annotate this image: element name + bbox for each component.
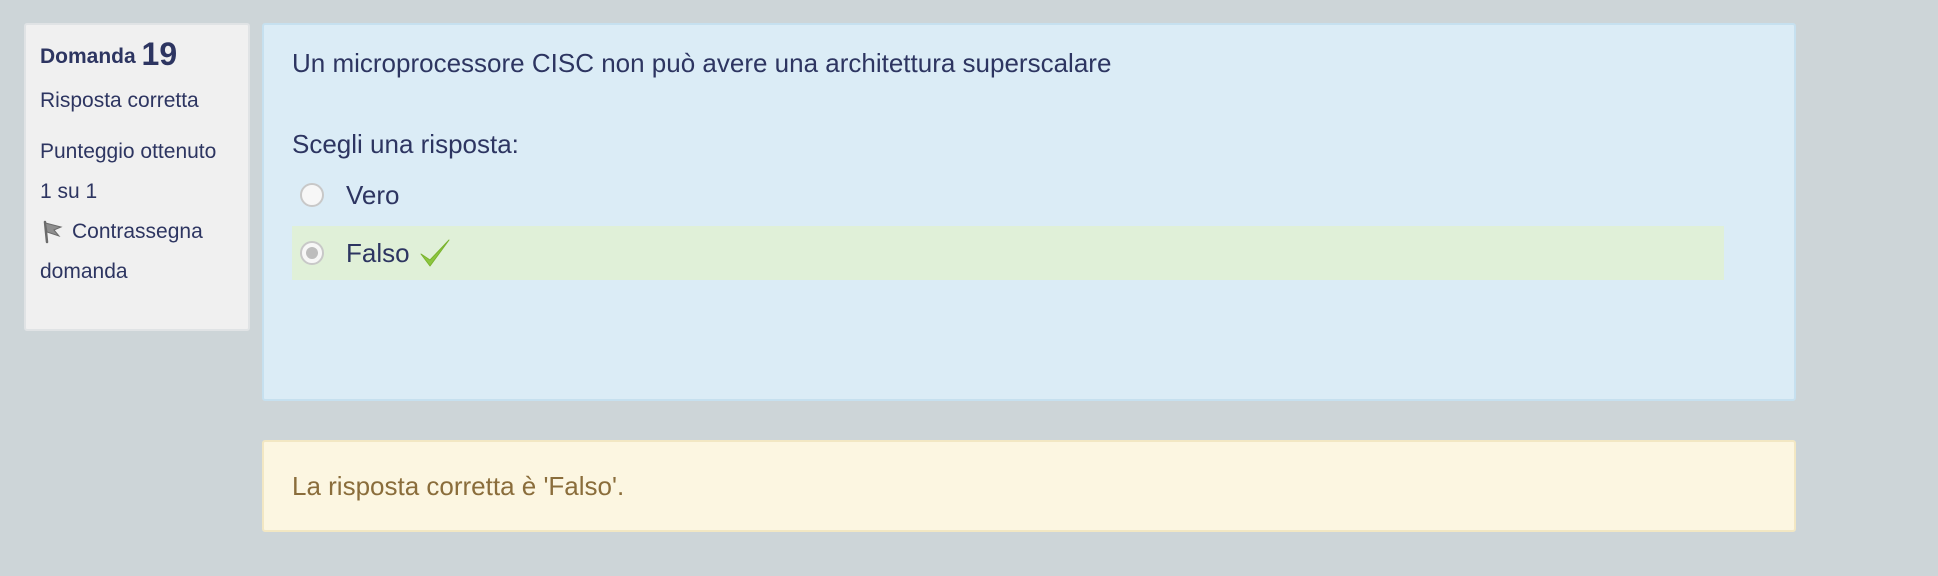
question-number: 19 (141, 36, 178, 72)
answer-label-vero: Vero (346, 179, 400, 210)
question-text: Un microprocessore CISC non può avere un… (292, 48, 1112, 78)
flag-icon[interactable] (40, 218, 66, 244)
flag-question-link[interactable]: Contrassegna (40, 212, 234, 252)
question-label: Domanda (40, 45, 136, 68)
flag-question-label[interactable]: Contrassegna (72, 220, 203, 243)
answer-prompt: Scegli una risposta: (292, 129, 519, 159)
grade-value: 1 su 1 (40, 180, 98, 203)
question-number-heading: Domanda 19 (40, 36, 234, 72)
question-formulation: Un microprocessore CISC non può avere un… (262, 23, 1796, 401)
answer-option-vero[interactable]: Vero (292, 168, 1724, 222)
answer-label-falso: Falso (346, 237, 410, 268)
right-answer-text: La risposta corretta è 'Falso'. (292, 470, 625, 501)
question-info-panel: Domanda 19 Risposta corretta Punteggio o… (24, 23, 250, 331)
radio-vero[interactable] (300, 183, 324, 207)
answer-option-falso[interactable]: Falso (292, 226, 1724, 280)
grade-label: Punteggio ottenuto (40, 140, 217, 163)
check-icon (418, 236, 452, 270)
flag-question-label-line2[interactable]: domanda (40, 252, 234, 292)
question-state: Risposta corretta (40, 89, 199, 112)
feedback-box: La risposta corretta è 'Falso'. (262, 440, 1796, 532)
radio-falso[interactable] (300, 241, 324, 265)
answer-options: Vero Falso (292, 168, 1724, 280)
